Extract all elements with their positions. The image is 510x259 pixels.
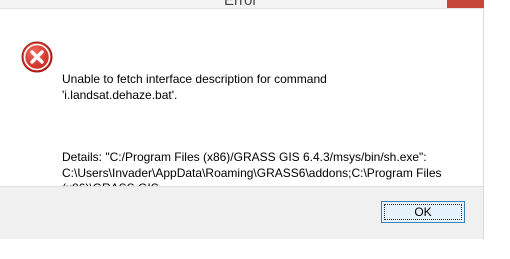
dialog-content: Unable to fetch interface description fo… [0,9,483,226]
window-title: Error [224,0,258,9]
error-dialog: Unable to fetch interface description fo… [0,9,484,240]
error-message: Unable to fetch interface description fo… [62,72,327,102]
title-bar: Error [0,0,484,9]
error-icon [21,41,53,73]
button-bar: OK [0,186,483,240]
ok-button[interactable]: OK [381,201,465,223]
background-strip [0,239,510,256]
close-button[interactable] [447,0,484,8]
